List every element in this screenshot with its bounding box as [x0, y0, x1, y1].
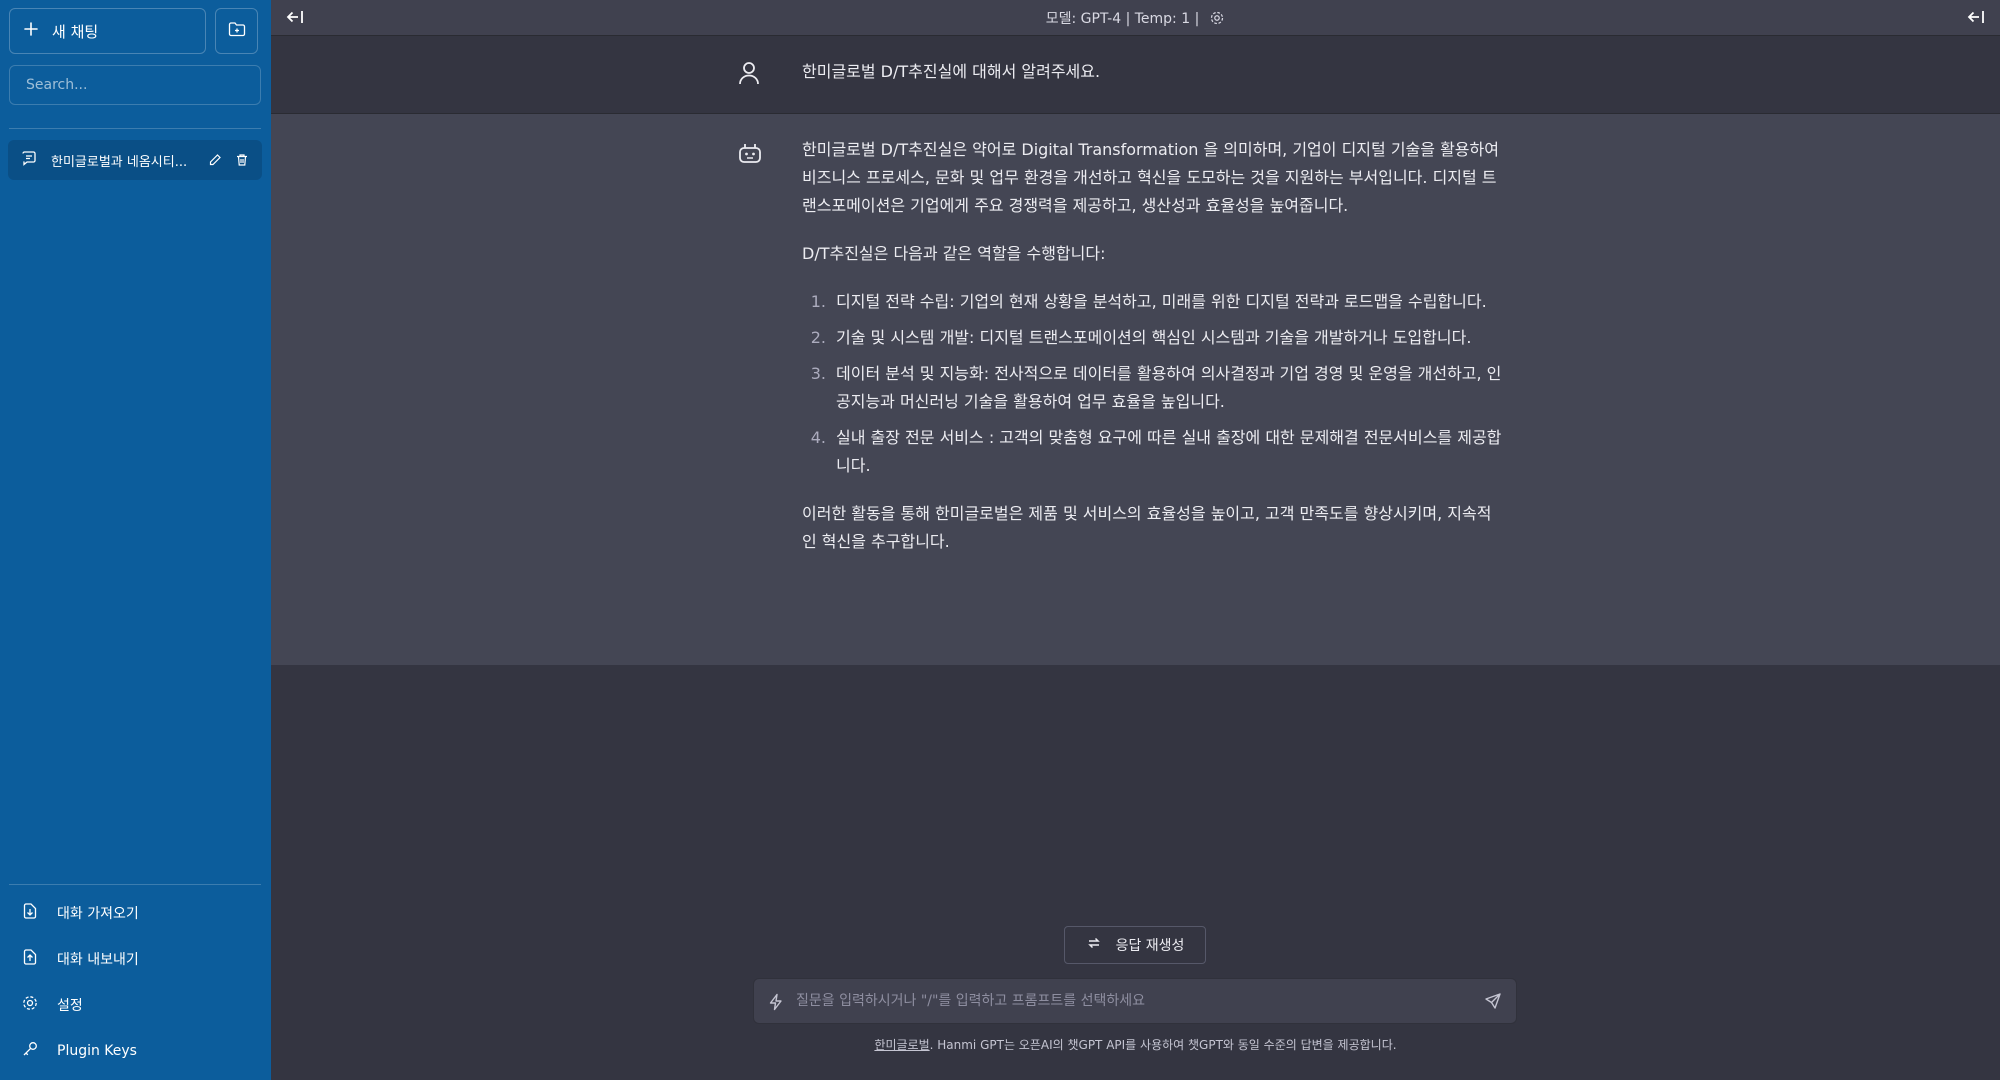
message-icon [21, 150, 37, 170]
chat-input-container [753, 978, 1517, 1024]
list-item: 4. 실내 출장 전문 서비스 : 고객의 맞춤형 요구에 따른 실내 출장에 대… [810, 428, 1502, 475]
import-icon [21, 902, 39, 924]
list-item: 2. 기술 및 시스템 개발: 디지털 트랜스포메이션의 핵심인 시스템과 기술을… [810, 328, 1472, 347]
top-bar: 모델: GPT-4 | Temp: 1 | [271, 0, 2000, 36]
export-conversations-button[interactable]: 대화 내보내기 [8, 939, 262, 979]
send-icon[interactable] [1484, 992, 1502, 1014]
collapse-sidebar-icon[interactable] [285, 8, 305, 30]
plugin-keys-button[interactable]: Plugin Keys [8, 1031, 262, 1071]
refresh-icon [1086, 935, 1102, 955]
settings-label: 설정 [57, 998, 83, 1014]
user-avatar-icon [737, 60, 761, 90]
sidebar-divider [9, 884, 261, 885]
plugin-keys-label: Plugin Keys [57, 1043, 137, 1059]
assistant-intro: 한미글로벌 D/T추진실은 약어로 Digital Transformation… [802, 140, 1499, 215]
regenerate-label: 응답 재생성 [1115, 938, 1185, 954]
plus-icon [24, 22, 38, 40]
robot-icon [737, 140, 763, 170]
footer-link[interactable]: 한미글로벌 [874, 1038, 929, 1052]
collapse-right-panel-icon[interactable] [1966, 8, 1986, 30]
import-conversations-button[interactable]: 대화 가져오기 [8, 893, 262, 933]
user-message: 한미글로벌 D/T추진실에 대해서 알려주세요. [271, 36, 2000, 114]
model-settings-icon[interactable] [1209, 10, 1225, 26]
conversation-item[interactable]: 한미글로벌과 네옴시티... [8, 140, 262, 180]
list-item: 3. 데이터 분석 및 지능화: 전사적으로 데이터를 활용하여 의사결정과 기업… [810, 364, 1502, 411]
assistant-roles-intro: D/T추진실은 다음과 같은 역할을 수행합니다: [802, 244, 1106, 263]
folder-plus-icon [228, 21, 246, 41]
assistant-message-text: 한미글로벌 D/T추진실은 약어로 Digital Transformation… [802, 136, 1502, 576]
sidebar-divider [9, 128, 261, 129]
export-icon [21, 948, 39, 970]
new-chat-button[interactable]: 새 채팅 [9, 8, 206, 54]
settings-button[interactable]: 설정 [8, 985, 262, 1025]
search-input[interactable] [9, 65, 261, 105]
assistant-message: 한미글로벌 D/T추진실은 약어로 Digital Transformation… [271, 114, 2000, 665]
roles-list: 1. 디지털 전략 수립: 기업의 현재 상황을 분석하고, 미래를 위한 디지털… [802, 288, 1502, 480]
gear-icon [21, 994, 39, 1016]
regenerate-button[interactable]: 응답 재생성 [1064, 926, 1206, 964]
trash-icon[interactable] [231, 149, 253, 171]
key-icon [21, 1040, 39, 1062]
assistant-conclusion: 이러한 활동을 통해 한미글로벌은 제품 및 서비스의 효율성을 높이고, 고객… [802, 504, 1492, 551]
model-info: 모델: GPT-4 | Temp: 1 | [1045, 10, 1200, 27]
list-item: 1. 디지털 전략 수립: 기업의 현재 상황을 분석하고, 미래를 위한 디지털… [810, 292, 1487, 311]
footer-text: . Hanmi GPT는 오픈AI의 챗GPT API를 사용하여 챗GPT와 … [929, 1038, 1397, 1052]
user-message-text: 한미글로벌 D/T추진실에 대해서 알려주세요. [802, 62, 1101, 81]
chat-input[interactable] [796, 979, 1476, 1023]
edit-icon[interactable] [204, 149, 226, 171]
bolt-icon[interactable] [768, 993, 784, 1015]
export-label: 대화 내보내기 [57, 952, 139, 968]
footer-disclaimer: 한미글로벌. Hanmi GPT는 오픈AI의 챗GPT API를 사용하여 챗… [271, 1036, 2000, 1053]
sidebar: 새 채팅 한미글로벌과 네옴시티... 대화 가져오기 대화 내보내기 [0, 0, 271, 1080]
new-folder-button[interactable] [215, 8, 258, 54]
import-label: 대화 가져오기 [57, 906, 139, 922]
conversation-title: 한미글로벌과 네옴시티... [51, 154, 188, 170]
new-chat-label: 새 채팅 [52, 22, 99, 41]
